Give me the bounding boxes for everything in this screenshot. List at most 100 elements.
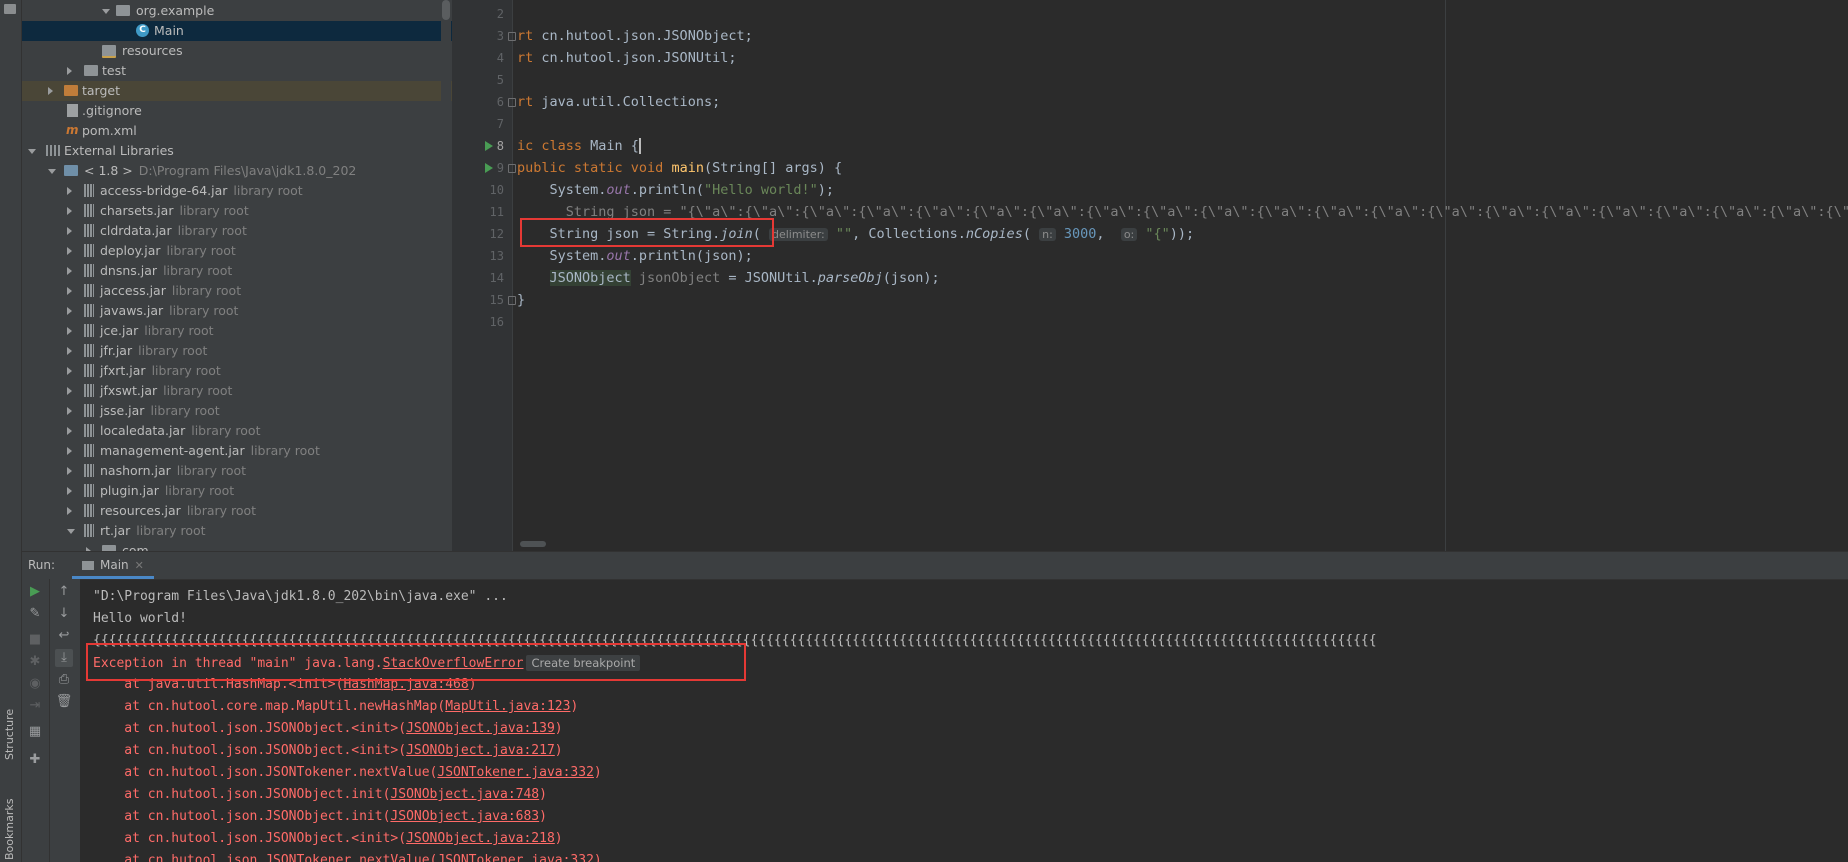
folder-icon [84,65,98,76]
layout-icon[interactable]: ▦ [26,723,44,741]
chevron-down-icon[interactable] [67,529,75,534]
code-line-3[interactable]: rt cn.hutool.json.JSONObject; [517,25,753,47]
tree-row-jar[interactable]: dnsns.jar library root [22,261,452,281]
tree-row-gitignore[interactable]: .gitignore [22,101,452,121]
tree-row-jar[interactable]: nashorn.jar library root [22,461,452,481]
chevron-right-icon[interactable] [67,487,72,495]
fold-marker-icon[interactable] [508,32,516,41]
chevron-down-icon[interactable] [48,169,56,174]
chevron-right-icon[interactable] [67,67,72,75]
stack-frame-link[interactable]: JSONObject.java:139 [406,721,555,736]
chevron-right-icon[interactable] [67,367,72,375]
chevron-right-icon[interactable] [67,347,72,355]
chevron-right-icon[interactable] [67,507,72,515]
tree-row-resources[interactable]: resources [22,41,452,61]
tree-row-jar[interactable]: cldrdata.jar library root [22,221,452,241]
tree-row-jar[interactable]: javaws.jar library root [22,301,452,321]
tree-row-jar[interactable]: resources.jar library root [22,501,452,521]
tree-row-test[interactable]: test [22,61,452,81]
stop-icon[interactable]: ■ [26,631,44,649]
chevron-right-icon[interactable] [67,227,72,235]
horizontal-scrollbar[interactable] [520,541,546,547]
fold-marker-icon[interactable] [508,296,516,305]
tree-row-target[interactable]: target [22,81,452,101]
fold-marker-icon[interactable] [508,98,516,107]
chevron-right-icon[interactable] [67,207,72,215]
tree-scrollbar[interactable] [441,0,451,551]
tree-row-jar[interactable]: localedata.jar library root [22,421,452,441]
pin-icon[interactable]: ✚ [26,751,44,769]
stack-frame-link[interactable]: JSONObject.java:748 [390,787,539,802]
tree-row-jar[interactable]: jfr.jar library root [22,341,452,361]
chevron-right-icon[interactable] [67,427,72,435]
highlight-box-editor [520,218,774,247]
tree-row-main[interactable]: C Main [22,21,452,41]
print-icon[interactable]: ⎙ [55,671,73,689]
stack-frame-link[interactable]: JSONObject.java:218 [406,831,555,846]
scroll-to-end-icon[interactable]: ⤓ [55,649,73,667]
scrollbar-thumb[interactable] [442,0,450,20]
tree-row-jar[interactable]: management-agent.jar library root [22,441,452,461]
tree-row-jar[interactable]: jsse.jar library root [22,401,452,421]
chevron-right-icon[interactable] [67,447,72,455]
trash-icon[interactable]: 🗑 [55,693,73,711]
stack-frame-link[interactable]: JSONTokener.java:332 [437,765,594,780]
code-line-13[interactable]: System.out.println(json); [517,245,753,267]
chevron-right-icon[interactable] [67,407,72,415]
tree-row-jar[interactable]: rt.jar library root [22,521,452,541]
run-tab-main[interactable]: Main ✕ [72,552,154,579]
stack-frame: at cn.hutool.json.JSONObject.<init>(JSON… [93,828,562,850]
stack-frame-link[interactable]: JSONTokener.java:332 [437,853,594,862]
stack-frame-link[interactable]: JSONObject.java:683 [390,809,539,824]
tree-row-jar[interactable]: charsets.jar library root [22,201,452,221]
tree-row-jdk[interactable]: < 1.8 > D:\Program Files\Java\jdk1.8.0_20… [22,161,452,181]
rerun-icon[interactable]: ▶ [26,583,44,601]
stack-frame-link[interactable]: JSONObject.java:217 [406,743,555,758]
chevron-right-icon[interactable] [67,307,72,315]
resources-folder-icon [102,45,116,58]
chevron-right-icon[interactable] [67,287,72,295]
run-gutter-icon[interactable] [485,141,493,151]
arrow-down-icon[interactable]: ↓ [55,605,73,623]
tree-row-jar[interactable]: plugin.jar library root [22,481,452,501]
close-icon[interactable]: ✕ [135,559,144,572]
chevron-right-icon[interactable] [67,247,72,255]
code-line-10[interactable]: System.out.println("Hello world!"); [517,179,835,201]
soft-wrap-icon[interactable]: ↩ [55,627,73,645]
tree-row-jar[interactable]: jfxswt.jar library root [22,381,452,401]
debug-icon[interactable]: ✱ [26,653,44,671]
tree-row-jar[interactable]: jfxrt.jar library root [22,361,452,381]
code-line-4[interactable]: rt cn.hutool.json.JSONUtil; [517,47,736,69]
tree-row-jar[interactable]: com [22,541,452,551]
code-editor[interactable]: 2 3 4 5 6 7 8 9 10 11 12 13 14 15 16 rt cn.hutool.json… [452,0,1848,551]
wrench-icon[interactable]: ✎ [26,605,44,623]
tree-row-jar[interactable]: jce.jar library root [22,321,452,341]
tree-row-pom[interactable]: m pom.xml [22,121,452,141]
tree-row-external-libraries[interactable]: External Libraries [22,141,452,161]
tree-row-jar[interactable]: jaccess.jar library root [22,281,452,301]
console-output[interactable]: "D:\Program Files\Java\jdk1.8.0_202\bin\… [80,579,1848,862]
chevron-right-icon[interactable] [67,387,72,395]
chevron-right-icon[interactable] [67,187,72,195]
arrow-up-icon[interactable]: ↑ [55,583,73,601]
tree-row-jar[interactable]: access-bridge-64.jar library root [22,181,452,201]
code-line-6[interactable]: rt java.util.Collections; [517,91,720,113]
code-line-9[interactable]: public static void main(String[] args) { [517,157,842,179]
project-icon[interactable] [4,4,16,14]
tree-row-jar[interactable]: deploy.jar library root [22,241,452,261]
chevron-right-icon[interactable] [67,327,72,335]
login-icon[interactable]: ⇥ [26,697,44,715]
tree-row-org-example[interactable]: org.example [22,1,452,21]
chevron-right-icon[interactable] [48,87,53,95]
camera-icon[interactable]: ◉ [26,675,44,693]
chevron-down-icon[interactable] [102,9,110,14]
chevron-right-icon[interactable] [67,467,72,475]
chevron-down-icon[interactable] [28,149,36,154]
code-line-8[interactable]: ic class Main { [517,135,641,157]
fold-marker-icon[interactable] [508,164,516,173]
code-line-15[interactable]: } [517,289,525,311]
code-line-14[interactable]: JSONObject jsonObject = JSONUtil.parseOb… [517,267,940,289]
chevron-right-icon[interactable] [67,267,72,275]
stack-frame-link[interactable]: MapUtil.java:123 [445,699,570,714]
run-gutter-icon[interactable] [485,163,493,173]
